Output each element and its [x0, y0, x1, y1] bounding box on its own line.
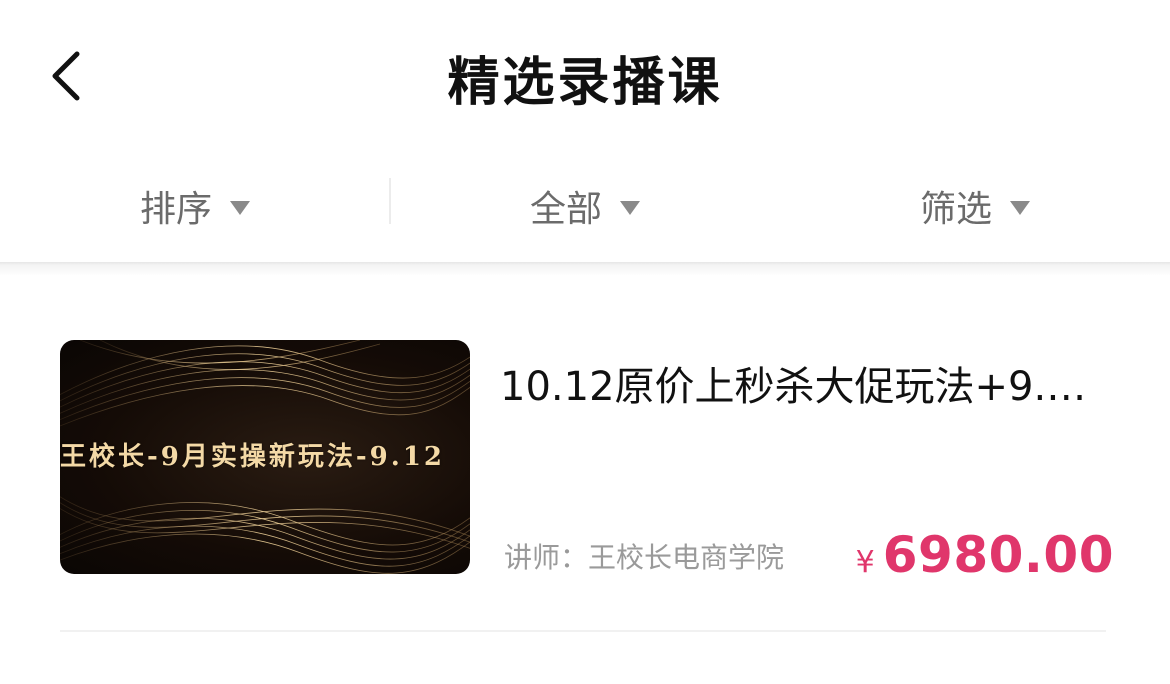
sort-filter[interactable]: 排序	[0, 150, 390, 262]
filter-bar: 排序 全部 筛选	[0, 150, 1170, 262]
screen-filter-label: 筛选	[919, 189, 992, 230]
screen-filter[interactable]: 筛选	[780, 150, 1170, 262]
filter-divider	[389, 178, 391, 224]
header: 精选录播课	[0, 0, 1170, 150]
currency-symbol: ¥	[855, 545, 875, 580]
price-amount: 6980.00	[882, 526, 1114, 584]
course-price: ¥ 6980.00	[856, 526, 1114, 584]
course-title[interactable]: 10.12原价上秒杀大促玩法+9.…	[500, 354, 1130, 412]
card-separator	[60, 630, 1106, 632]
course-cover-image[interactable]: 王校长-9月实操新玩法-9.12	[60, 340, 470, 574]
cover-caption: 王校长-9月实操新玩法-9.12	[60, 442, 445, 472]
caret-down-icon	[1010, 201, 1030, 215]
page-title: 精选录播课	[447, 53, 723, 113]
course-card[interactable]: 王校长-9月实操新玩法-9.12 10.12原价上秒杀大促玩法+9.… 讲师：王…	[58, 340, 1120, 584]
caret-down-icon	[230, 201, 250, 215]
category-filter[interactable]: 全部	[390, 150, 780, 262]
sort-filter-label: 排序	[139, 189, 212, 230]
category-filter-label: 全部	[529, 189, 602, 230]
filter-bar-shadow	[0, 262, 1170, 276]
caret-down-icon	[620, 201, 640, 215]
lecturer-label: 讲师：王校长电商学院	[504, 541, 785, 574]
